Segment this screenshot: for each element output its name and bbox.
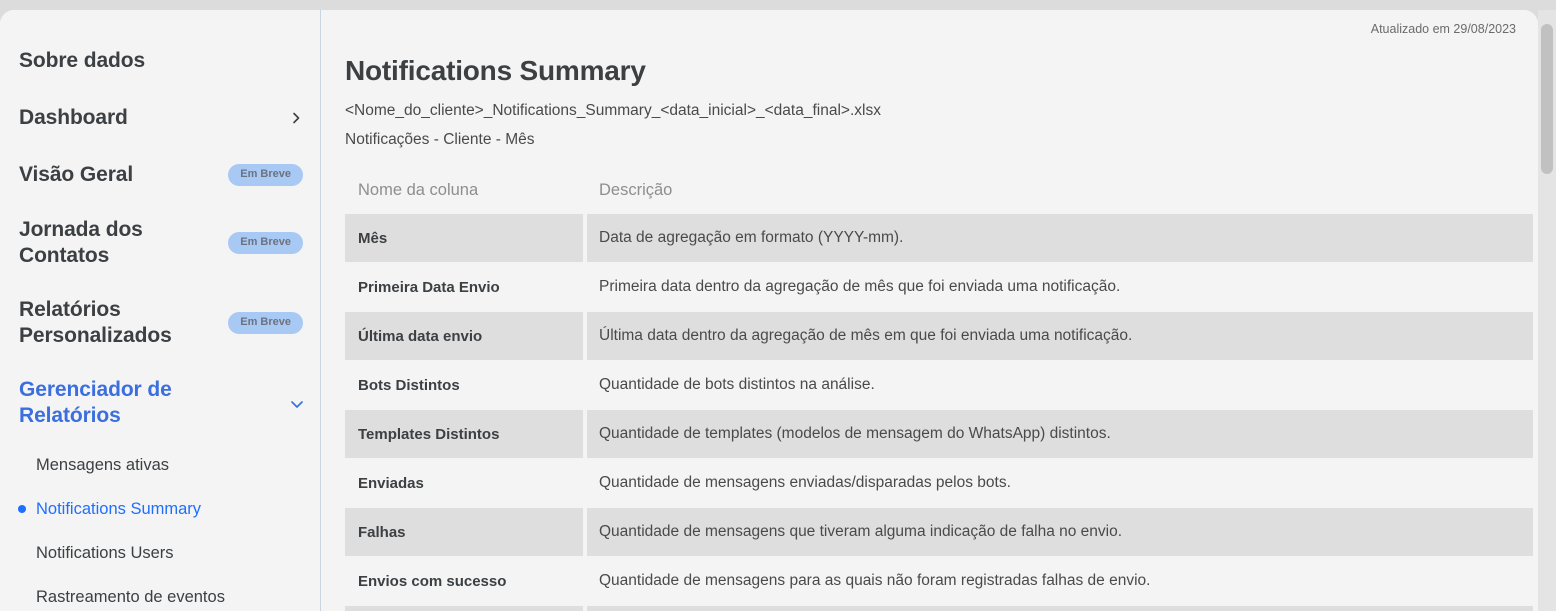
row-column-name: Falhas xyxy=(358,523,406,541)
row-description: Quantidade de templates (modelos de mens… xyxy=(599,425,1111,442)
table-row: Primeira Data Envio Primeira data dentro… xyxy=(345,263,1533,311)
row-description: Quantidade de mensagens que tiveram algu… xyxy=(599,523,1123,540)
sidebar-item-label: Sobre dados xyxy=(19,49,146,72)
sidebar-item-label: Jornada dos Contatos xyxy=(19,218,143,267)
row-column-name: Envios com sucesso xyxy=(358,572,507,590)
page-title: Notifications Summary xyxy=(345,54,646,86)
sidebar-item-label: Mensagens ativas xyxy=(36,456,169,474)
app-window: Sobre dados Dashboard Visão Geral Em Bre… xyxy=(0,0,1556,611)
sidebar-item-sobre-dados[interactable]: Sobre dados xyxy=(0,48,320,74)
status-badge: Em Breve xyxy=(228,164,303,186)
column-header-description: Descrição xyxy=(599,180,673,199)
table-row: Envios com sucesso Quantidade de mensage… xyxy=(345,557,1533,605)
main-content: Atualizado em 29/08/2023 Notifications S… xyxy=(322,10,1538,611)
table-row: Última data envio Última data dentro da … xyxy=(345,312,1533,360)
active-dot-icon xyxy=(18,505,26,513)
sheet-name-text: Notificações - Cliente - Mês xyxy=(345,131,535,148)
sidebar-item-rastreamento-de-eventos[interactable]: Rastreamento de eventos xyxy=(0,575,320,611)
sidebar: Sobre dados Dashboard Visão Geral Em Bre… xyxy=(0,10,321,611)
last-updated-label: Atualizado em 29/08/2023 xyxy=(1370,22,1516,36)
page-scrollbar[interactable] xyxy=(1538,10,1556,611)
sidebar-item-jornada-dos-contatos[interactable]: Jornada dos Contatos Em Breve xyxy=(0,217,320,269)
sidebar-item-dashboard[interactable]: Dashboard xyxy=(0,105,320,131)
sidebar-item-label: Visão Geral xyxy=(19,163,134,186)
row-description: Quantidade de mensagens enviadas/dispara… xyxy=(599,474,1011,491)
row-column-name: Primeira Data Envio xyxy=(358,278,500,296)
row-description: Última data dentro da agregação de mês e… xyxy=(599,327,1133,344)
table-row: Recebidas Quantidade de mensagens recebi… xyxy=(345,606,1533,611)
sidebar-item-notifications-users[interactable]: Notifications Users xyxy=(0,531,320,575)
sidebar-item-label: Gerenciador de Relatórios xyxy=(19,378,172,427)
sidebar-item-label: Dashboard xyxy=(19,106,128,129)
table-header-row: Nome da coluna Descrição xyxy=(345,168,1533,212)
sidebar-item-label: Notifications Summary xyxy=(36,500,202,518)
table-row: Falhas Quantidade de mensagens que tiver… xyxy=(345,508,1533,556)
row-column-name: Última data envio xyxy=(358,327,483,345)
file-name-text: <Nome_do_cliente>_Notifications_Summary_… xyxy=(345,102,881,119)
sidebar-item-mensagens-ativas[interactable]: Mensagens ativas xyxy=(0,443,320,487)
row-column-name: Bots Distintos xyxy=(358,376,460,394)
column-header-name: Nome da coluna xyxy=(358,180,479,199)
sidebar-item-label: Relatórios Personalizados xyxy=(19,298,172,347)
columns-table: Nome da coluna Descrição Mês Data de agr… xyxy=(345,168,1533,611)
row-description: Primeira data dentro da agregação de mês… xyxy=(599,278,1121,295)
chevron-down-icon[interactable] xyxy=(289,396,303,410)
sidebar-item-visao-geral[interactable]: Visão Geral Em Breve xyxy=(0,162,320,188)
status-badge: Em Breve xyxy=(228,232,303,254)
table-row: Templates Distintos Quantidade de templa… xyxy=(345,410,1533,458)
sidebar-item-label: Notifications Users xyxy=(36,544,174,562)
row-description: Quantidade de mensagens para as quais nã… xyxy=(599,572,1151,589)
sidebar-item-relatorios-personalizados[interactable]: Relatórios Personalizados Em Breve xyxy=(0,297,320,349)
sidebar-submenu: Mensagens ativas Notifications Summary N… xyxy=(0,443,320,611)
sidebar-item-label: Rastreamento de eventos xyxy=(36,588,225,606)
browser-top-strip xyxy=(0,0,1556,10)
row-description: Data de agregação em formato (YYYY-mm). xyxy=(599,229,904,246)
row-column-name: Templates Distintos xyxy=(358,425,500,443)
chevron-right-icon[interactable] xyxy=(289,111,303,125)
row-description: Quantidade de bots distintos na análise. xyxy=(599,376,875,393)
sidebar-item-notifications-summary[interactable]: Notifications Summary xyxy=(0,487,320,531)
page-scrollbar-thumb[interactable] xyxy=(1541,24,1553,174)
app-surface: Sobre dados Dashboard Visão Geral Em Bre… xyxy=(0,10,1538,611)
row-column-name: Mês xyxy=(358,229,388,247)
status-badge: Em Breve xyxy=(228,312,303,334)
table-row: Mês Data de agregação em formato (YYYY-m… xyxy=(345,214,1533,262)
table-row: Bots Distintos Quantidade de bots distin… xyxy=(345,361,1533,409)
sidebar-item-gerenciador-de-relatorios[interactable]: Gerenciador de Relatórios xyxy=(0,377,320,429)
row-column-name: Enviadas xyxy=(358,474,424,492)
table-row: Enviadas Quantidade de mensagens enviada… xyxy=(345,459,1533,507)
